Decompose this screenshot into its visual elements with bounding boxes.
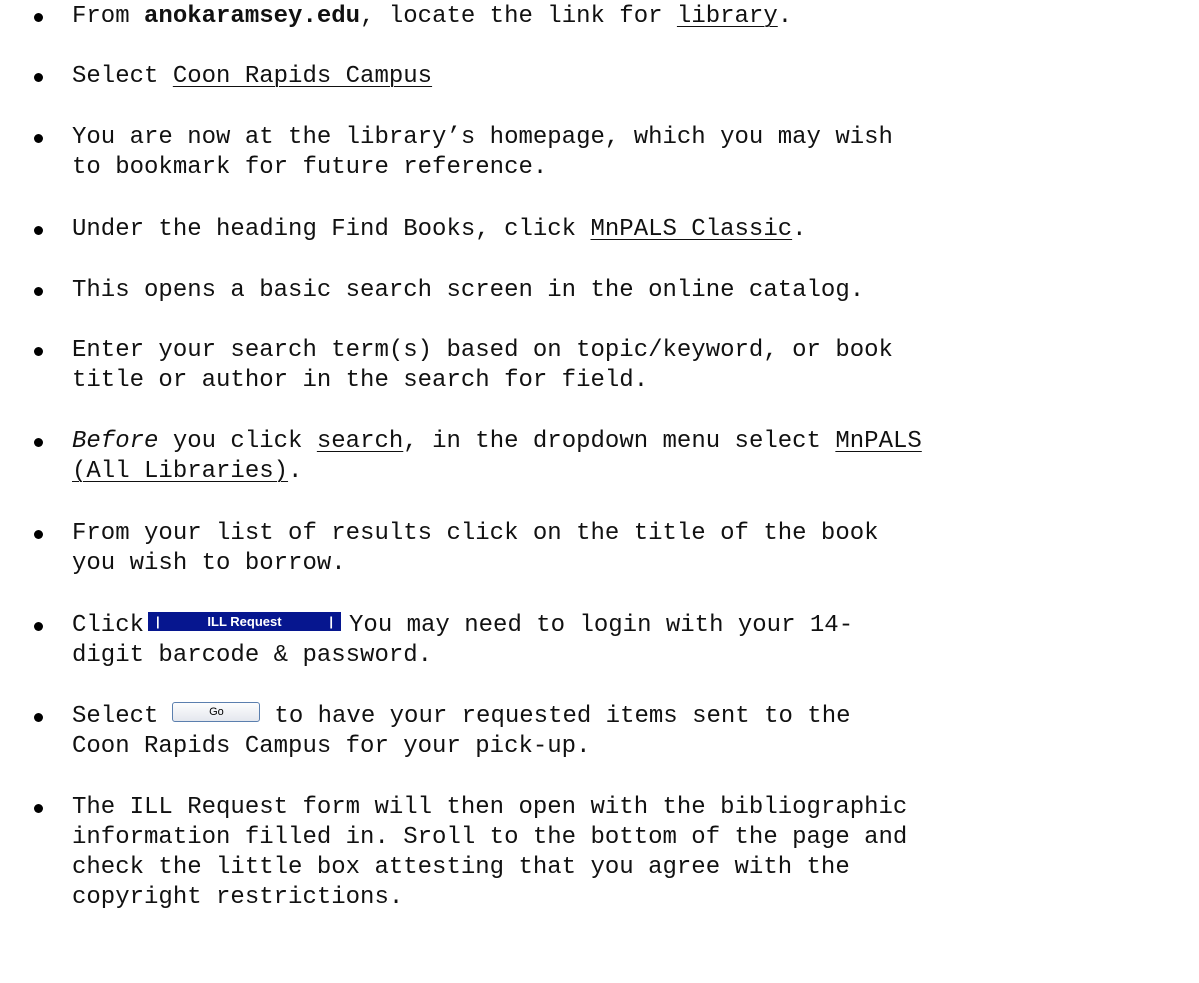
mnpals-all-libraries-link[interactable]: (All Libraries) bbox=[72, 458, 288, 485]
bullet-icon bbox=[34, 347, 43, 356]
list-item-text: You are now at the library’s homepage, w… bbox=[72, 124, 893, 151]
bullet-icon bbox=[34, 713, 43, 722]
list-item-text: copyright restrictions. bbox=[72, 884, 404, 911]
list-item-text: The ILL Request form will then open with… bbox=[72, 794, 908, 821]
bullet-icon bbox=[34, 804, 43, 813]
bullet-icon bbox=[34, 13, 43, 22]
list-item-text: title or author in the search for field. bbox=[72, 367, 649, 394]
library-link[interactable]: library bbox=[677, 3, 778, 30]
bullet-icon bbox=[34, 73, 43, 82]
mnpals-all-libraries-link[interactable]: MnPALS bbox=[835, 428, 921, 455]
bullet-icon bbox=[34, 622, 43, 631]
coon-rapids-campus-link[interactable]: Coon Rapids Campus bbox=[173, 63, 432, 90]
list-item-text: check the little box attesting that you … bbox=[72, 854, 850, 881]
bullet-icon bbox=[34, 438, 43, 447]
bullet-icon bbox=[34, 134, 43, 143]
list-item-text: information filled in. Sroll to the bott… bbox=[72, 824, 908, 851]
mnpals-classic-link[interactable]: MnPALS Classic bbox=[590, 216, 792, 243]
go-button[interactable]: Go bbox=[172, 701, 261, 722]
bullet-icon bbox=[34, 530, 43, 539]
list-item-text: Select Go to have your requested items sen… bbox=[72, 701, 851, 730]
list-item-text: This opens a basic search screen in the … bbox=[72, 277, 865, 304]
bullet-icon bbox=[34, 226, 43, 235]
list-item-text: Click | ILL Request | You may need to login … bbox=[72, 612, 854, 639]
list-item-text: digit barcode & password. bbox=[72, 642, 433, 669]
list-item-text: (All Libraries). bbox=[72, 458, 303, 485]
list-item-text: From your list of results click on the t… bbox=[72, 520, 879, 547]
list-item-text: Enter your search term(s) based on topic… bbox=[72, 337, 893, 364]
bullet-icon bbox=[34, 287, 43, 296]
list-item-text: you wish to borrow. bbox=[72, 550, 346, 577]
list-item-text: to bookmark for future reference. bbox=[72, 154, 548, 181]
website-name: anokaramsey.edu bbox=[144, 3, 361, 30]
list-item-text: Coon Rapids Campus for your pick-up. bbox=[72, 733, 591, 760]
ill-request-button[interactable]: | ILL Request | bbox=[148, 612, 342, 632]
list-item-text: Under the heading Find Books, click MnPA… bbox=[72, 216, 807, 243]
list-item-text: Select Coon Rapids Campus bbox=[72, 63, 433, 90]
list-item-text: From anokaramsey.edu, locate the link fo… bbox=[72, 3, 793, 30]
ill-request-label: ILL Request bbox=[207, 614, 282, 630]
search-link[interactable]: search bbox=[317, 428, 403, 455]
list-item-text: Before you click search, in the dropdown… bbox=[72, 428, 922, 455]
